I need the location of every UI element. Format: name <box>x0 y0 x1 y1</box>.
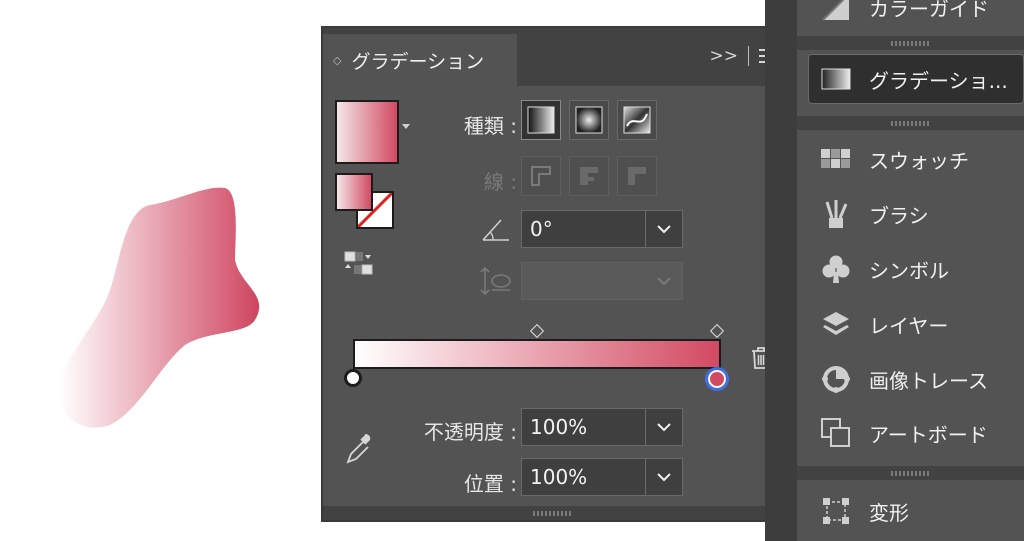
gradient-shape-artwork[interactable] <box>40 180 270 440</box>
dock-item-layers[interactable]: レイヤー <box>797 299 1024 349</box>
location-dropdown[interactable]: 100% <box>521 458 683 496</box>
gradient-slider[interactable] <box>353 339 721 369</box>
panel-tab-bar: ◇ グラデーション >> <box>323 28 783 86</box>
stroke-within-icon <box>531 166 551 186</box>
location-value[interactable]: 100% <box>522 459 645 495</box>
dock-divider[interactable] <box>797 116 1024 130</box>
gradient-panel: ◇ グラデーション >> 種類 : 線: 0° 不透明度: 100% 位置 … <box>321 26 785 522</box>
linear-gradient-button[interactable] <box>521 100 561 140</box>
gradient-stop-end-selected[interactable] <box>705 367 729 391</box>
transform-icon <box>823 498 849 524</box>
dock-item-artboards[interactable]: アートボード <box>797 408 1024 458</box>
dock-item-transform[interactable]: 変形 <box>797 486 1024 536</box>
stroke-across-button[interactable] <box>617 156 657 196</box>
gradient-stop-start[interactable] <box>344 369 362 387</box>
brushes-icon <box>825 200 848 228</box>
location-label: 位置 : <box>463 472 517 496</box>
stroke-along-button[interactable] <box>569 156 609 196</box>
angle-value[interactable]: 0° <box>522 211 645 247</box>
linear-gradient-icon <box>527 106 555 134</box>
menu-separator <box>748 46 749 66</box>
stroke-across-icon <box>628 167 646 185</box>
dock-item-brushes[interactable]: ブラシ <box>797 189 1024 239</box>
swatches-icon <box>821 149 850 168</box>
angle-icon <box>482 219 509 241</box>
eyedropper-icon[interactable] <box>345 432 373 468</box>
tab-gradient[interactable]: ◇ グラデーション <box>323 34 517 86</box>
artboards-icon <box>821 418 850 447</box>
aspect-ratio-value[interactable] <box>522 263 645 299</box>
layers-icon <box>823 312 849 335</box>
freeform-gradient-button[interactable] <box>617 100 657 140</box>
collapse-panel-button[interactable]: >> <box>710 46 739 66</box>
aspect-ratio-icon <box>480 266 511 296</box>
radial-gradient-button[interactable] <box>569 100 609 140</box>
gradient-midpoint-handle[interactable] <box>529 323 545 339</box>
dock-item-color-guide[interactable]: カラーガイド <box>797 0 1024 32</box>
tab-collapse-arrows-icon[interactable]: ◇ <box>333 54 341 67</box>
chevron-down-icon[interactable] <box>645 409 682 445</box>
dock-item-gradient[interactable]: グラデーショ... <box>808 54 1024 104</box>
panel-dock: カラーガイド グラデーショ... スウォッチ ブラシ シンボル レイヤー 画像ト… <box>797 0 1024 541</box>
dock-item-swatches[interactable]: スウォッチ <box>797 134 1024 184</box>
color-guide-icon <box>822 0 849 21</box>
opacity-value[interactable]: 100% <box>522 409 645 445</box>
chevron-down-icon[interactable] <box>645 211 682 247</box>
opacity-dropdown[interactable]: 100% <box>521 408 683 446</box>
type-label: 種類 : <box>463 114 517 138</box>
angle-dropdown[interactable]: 0° <box>521 210 683 248</box>
gradient-midpoint-handle[interactable] <box>709 323 725 339</box>
freeform-gradient-icon <box>623 106 651 134</box>
reverse-gradient-icon[interactable] <box>343 250 375 278</box>
dock-divider[interactable] <box>797 466 1024 480</box>
chevron-down-icon[interactable] <box>645 459 682 495</box>
dock-item-symbols[interactable]: シンボル <box>797 244 1024 294</box>
panel-resize-grip[interactable] <box>323 506 783 520</box>
aspect-ratio-dropdown[interactable] <box>521 262 683 300</box>
stroke-along-icon <box>580 167 598 185</box>
radial-gradient-icon <box>575 106 603 134</box>
panel-title: グラデーション <box>351 50 485 73</box>
dock-item-image-trace[interactable]: 画像トレース <box>797 354 1024 404</box>
dock-gutter <box>765 0 797 541</box>
opacity-label: 不透明度 : <box>423 420 517 444</box>
gradient-fill-swatch[interactable] <box>335 100 399 164</box>
fill-mini-swatch[interactable] <box>335 173 373 211</box>
gradient-presets-caret-icon[interactable] <box>402 124 410 129</box>
dock-divider[interactable] <box>797 36 1024 50</box>
stroke-within-button[interactable] <box>521 156 561 196</box>
chevron-down-icon[interactable] <box>645 263 682 299</box>
stroke-label: 線 : <box>483 170 517 194</box>
symbols-icon <box>822 255 850 283</box>
image-trace-icon <box>822 366 850 393</box>
gradient-icon <box>821 68 851 90</box>
